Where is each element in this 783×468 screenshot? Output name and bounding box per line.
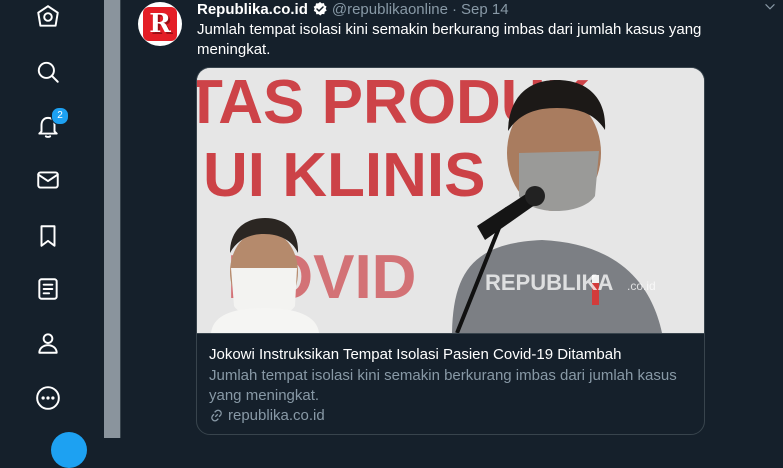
verified-badge-icon: [313, 2, 327, 16]
card-image[interactable]: TAS PRODUK UI KLINIS LOVID REPUBLIKA .co…: [197, 68, 704, 334]
chevron-down-icon[interactable]: [763, 0, 777, 14]
more-button[interactable]: [27, 377, 69, 419]
bookmarks-button[interactable]: [27, 215, 69, 257]
watermark-suffix: .co.id: [627, 279, 656, 293]
tweet-compose-button[interactable]: [51, 432, 87, 468]
card-description: Jumlah tempat isolasi kini semakin berku…: [209, 367, 677, 404]
scrollbar[interactable]: [104, 0, 120, 438]
explore-icon: [37, 5, 59, 27]
profile-button[interactable]: [27, 322, 69, 364]
link-icon: [211, 409, 222, 422]
separator-dot: ·: [452, 0, 457, 18]
more-icon: [36, 386, 60, 410]
tweet-date[interactable]: Sep 14: [461, 1, 509, 18]
backdrop-text-line2: UI KLINIS: [203, 141, 485, 210]
search-button[interactable]: [27, 51, 69, 93]
card-domain-text: republika.co.id: [228, 407, 325, 424]
search-icon: [37, 61, 59, 83]
tweet-header: Republika.co.id @republikaonline · Sep 1…: [197, 0, 509, 18]
notifications-button[interactable]: 2: [27, 105, 69, 147]
lists-icon: [38, 278, 58, 300]
news-photo: TAS PRODUK UI KLINIS LOVID REPUBLIKA .co…: [197, 68, 704, 333]
lists-button[interactable]: [27, 268, 69, 310]
avatar[interactable]: R: [138, 2, 182, 46]
timeline: R Republika.co.id @republikaonline · Sep…: [120, 0, 783, 438]
notification-count-badge: 2: [51, 107, 69, 125]
card-domain[interactable]: republika.co.id: [209, 407, 325, 424]
logo-letter: R: [149, 9, 171, 39]
display-name[interactable]: Republika.co.id: [197, 1, 308, 18]
messages-button[interactable]: [27, 159, 69, 201]
sidebar-nav: 2: [0, 0, 104, 468]
explore-button[interactable]: [27, 0, 69, 38]
profile-icon: [38, 333, 58, 354]
link-card[interactable]: TAS PRODUK UI KLINIS LOVID REPUBLIKA .co…: [196, 67, 705, 435]
card-title[interactable]: Jokowi Instruksikan Tempat Isolasi Pasie…: [209, 345, 693, 365]
bookmarks-icon: [40, 225, 56, 247]
tweet-text: Jumlah tempat isolasi kini semakin berku…: [197, 21, 702, 58]
watermark: REPUBLIKA: [485, 270, 613, 295]
handle[interactable]: @republikaonline: [332, 1, 448, 18]
tweet[interactable]: R Republika.co.id @republikaonline · Sep…: [121, 0, 783, 438]
messages-icon: [37, 171, 59, 189]
